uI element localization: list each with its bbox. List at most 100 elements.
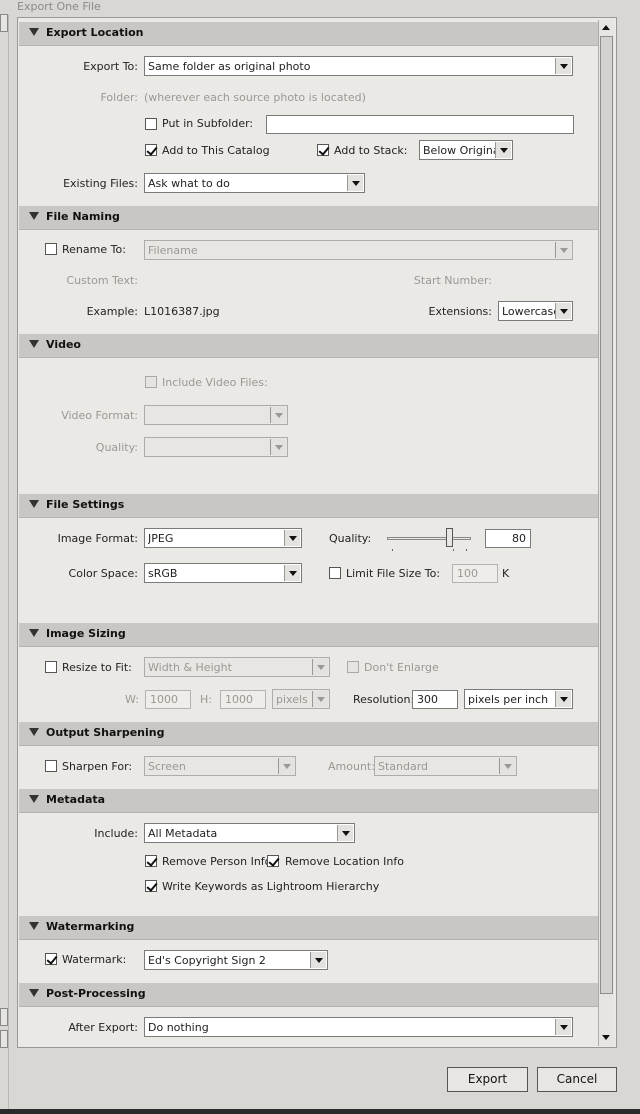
subfolder-label: Put in Subfolder:: [162, 117, 254, 130]
include-metadata-select[interactable]: All Metadata: [144, 823, 355, 843]
include-video-checkbox[interactable]: [145, 376, 157, 388]
resolution-label: Resolution:: [353, 693, 415, 706]
slider-tick: [453, 549, 454, 551]
limit-unit-label: K: [502, 567, 510, 580]
remove-person-label: Remove Person Info: [162, 855, 272, 868]
add-to-catalog-checkbox[interactable]: [145, 144, 157, 156]
quality-slider-track[interactable]: [387, 537, 471, 540]
rename-checkbox[interactable]: [45, 243, 57, 255]
height-label: H:: [200, 693, 212, 706]
color-space-label: Color Space:: [68, 567, 138, 580]
extensions-select[interactable]: Lowercase: [498, 301, 573, 321]
quality-slider-thumb[interactable]: [446, 528, 454, 547]
dont-enlarge-checkbox[interactable]: [347, 661, 359, 673]
left-panel-control[interactable]: [0, 14, 8, 32]
resize-to-fit-label: Resize to Fit:: [62, 661, 132, 674]
chevron-down-icon: [555, 303, 571, 319]
export-button[interactable]: Export: [447, 1067, 528, 1092]
width-label: W:: [125, 693, 139, 706]
remove-location-checkbox[interactable]: [267, 855, 279, 867]
after-export-label: After Export:: [68, 1021, 138, 1034]
image-format-select[interactable]: JPEG: [144, 528, 302, 548]
chevron-down-icon: [284, 565, 300, 581]
section-header-watermarking[interactable]: Watermarking: [19, 916, 599, 940]
chevron-down-icon: [284, 530, 300, 546]
chevron-down-icon: [337, 825, 353, 841]
section-header-export-location[interactable]: Export Location: [19, 22, 599, 46]
left-panel-edge: [0, 15, 9, 1114]
section-header-metadata[interactable]: Metadata: [19, 789, 599, 813]
after-export-value: Do nothing: [148, 1021, 209, 1034]
left-panel-control[interactable]: [0, 1030, 8, 1048]
subfolder-input[interactable]: [266, 115, 574, 134]
after-export-select[interactable]: Do nothing: [144, 1017, 573, 1037]
window-title: Export One File: [17, 0, 101, 13]
resolution-input[interactable]: 300: [412, 690, 458, 709]
watermark-select[interactable]: Ed's Copyright Sign 2: [144, 950, 328, 970]
stack-position-select[interactable]: Below Original: [419, 140, 513, 160]
size-units-select[interactable]: pixels: [272, 689, 330, 709]
subfolder-checkbox[interactable]: [145, 118, 157, 130]
amount-label: Amount:: [328, 760, 375, 773]
include-metadata-value: All Metadata: [148, 827, 218, 840]
width-input[interactable]: 1000: [145, 690, 191, 709]
amount-select[interactable]: Standard: [374, 756, 517, 776]
collapse-triangle-icon: [29, 922, 39, 930]
chevron-down-icon: [499, 758, 515, 774]
remove-person-checkbox[interactable]: [145, 855, 157, 867]
resolution-unit-select[interactable]: pixels per inch: [464, 689, 573, 709]
existing-files-select[interactable]: Ask what to do: [144, 173, 365, 193]
left-panel-control[interactable]: [0, 1008, 8, 1026]
add-to-catalog-label: Add to This Catalog: [162, 144, 270, 157]
write-keywords-label: Write Keywords as Lightroom Hierarchy: [162, 880, 380, 893]
cancel-button[interactable]: Cancel: [537, 1067, 617, 1092]
section-header-image-sizing[interactable]: Image Sizing: [19, 623, 599, 647]
chevron-down-icon: [555, 58, 571, 74]
color-space-select[interactable]: sRGB: [144, 563, 302, 583]
folder-label: Folder:: [100, 91, 138, 104]
collapse-triangle-icon: [29, 989, 39, 997]
collapse-triangle-icon: [29, 28, 39, 36]
section-title: Output Sharpening: [46, 726, 165, 739]
add-to-stack-checkbox[interactable]: [317, 144, 329, 156]
video-quality-label: Quality:: [95, 441, 138, 454]
height-input[interactable]: 1000: [220, 690, 266, 709]
write-keywords-checkbox[interactable]: [145, 880, 157, 892]
rename-label: Rename To:: [62, 243, 126, 256]
image-format-value: JPEG: [148, 532, 174, 545]
collapse-triangle-icon: [29, 500, 39, 508]
color-space-value: sRGB: [148, 567, 178, 580]
scrollbar-thumb[interactable]: [600, 36, 613, 994]
watermark-label: Watermark:: [62, 953, 127, 966]
sharpen-for-select[interactable]: Screen: [144, 756, 296, 776]
section-header-output-sharpening[interactable]: Output Sharpening: [19, 722, 599, 746]
limit-file-size-label: Limit File Size To:: [346, 567, 441, 580]
resize-to-fit-checkbox[interactable]: [45, 661, 57, 673]
sharpen-for-checkbox[interactable]: [45, 760, 57, 772]
video-quality-select[interactable]: [144, 437, 288, 457]
section-header-post-processing[interactable]: Post-Processing: [19, 983, 599, 1007]
sharpen-for-label: Sharpen For:: [62, 760, 133, 773]
collapse-triangle-icon: [29, 795, 39, 803]
chevron-down-icon: [555, 1019, 571, 1035]
quality-input[interactable]: 80: [485, 529, 531, 548]
rename-template-select[interactable]: Filename: [144, 240, 573, 260]
extensions-value: Lowercase: [502, 305, 560, 318]
resize-mode-select[interactable]: Width & Height: [144, 657, 330, 677]
scroll-up-arrow-icon[interactable]: [598, 20, 614, 36]
section-header-file-settings[interactable]: File Settings: [19, 494, 599, 518]
video-format-select[interactable]: [144, 405, 288, 425]
limit-file-size-input[interactable]: 100: [452, 564, 498, 583]
scroll-down-arrow-icon[interactable]: [598, 1030, 614, 1046]
watermark-checkbox[interactable]: [45, 953, 57, 965]
folder-value: (wherever each source photo is located): [144, 91, 366, 104]
collapse-triangle-icon: [29, 728, 39, 736]
example-value: L1016387.jpg: [144, 305, 220, 318]
resize-mode-value: Width & Height: [148, 661, 232, 674]
export-to-select[interactable]: Same folder as original photo: [144, 56, 573, 76]
section-header-file-naming[interactable]: File Naming: [19, 206, 599, 230]
include-video-label: Include Video Files:: [162, 376, 268, 389]
section-header-video[interactable]: Video: [19, 334, 599, 358]
limit-file-size-checkbox[interactable]: [329, 567, 341, 579]
section-title: Post-Processing: [46, 987, 146, 1000]
